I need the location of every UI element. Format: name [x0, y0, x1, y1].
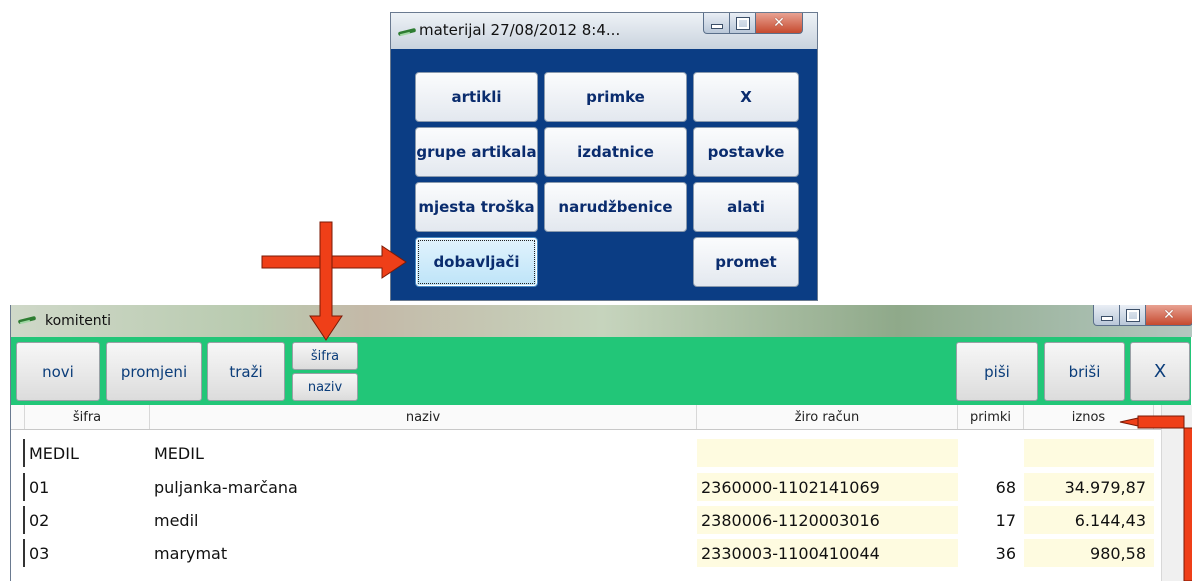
- cell-iznos: 6.144,43: [1024, 506, 1154, 534]
- brisi-button[interactable]: briši: [1044, 342, 1125, 401]
- close-form-button[interactable]: X: [1130, 342, 1190, 401]
- naziv-button[interactable]: naziv: [292, 373, 358, 401]
- minimize-button[interactable]: [703, 13, 730, 34]
- toolbar: novi promjeni traži šifra naziv piši bri…: [11, 337, 1191, 405]
- alati-button[interactable]: alati: [693, 182, 799, 232]
- komitenti-table: šifra naziv žiro račun primki iznos MEDI…: [11, 405, 1192, 581]
- materijal-window: materijal 27/08/2012 8:4... ✕ artikli pr…: [390, 12, 818, 301]
- izdatnice-button[interactable]: izdatnice: [544, 127, 687, 177]
- x-button[interactable]: X: [693, 72, 799, 122]
- vertical-scrollbar[interactable]: [1161, 405, 1192, 581]
- promjeni-button[interactable]: promjeni: [106, 342, 202, 401]
- sifra-button[interactable]: šifra: [292, 342, 358, 370]
- maximize-button[interactable]: [1120, 305, 1146, 326]
- komitenti-titlebar[interactable]: komitenti ✕: [11, 305, 1192, 337]
- cell-sifra: 03: [29, 543, 50, 563]
- grupe-artikala-button[interactable]: grupe artikala: [415, 127, 538, 177]
- row-selector-header: [11, 405, 25, 429]
- window-controls: ✕: [703, 13, 803, 35]
- window-title: materijal 27/08/2012 8:4...: [419, 21, 621, 39]
- cell-iznos: 980,58: [1024, 539, 1154, 567]
- cell-sifra: 01: [29, 477, 50, 497]
- novi-button[interactable]: novi: [16, 342, 100, 401]
- primke-button[interactable]: primke: [544, 72, 687, 122]
- app-icon: [18, 315, 38, 325]
- close-button[interactable]: ✕: [756, 13, 803, 34]
- maximize-icon: [735, 16, 750, 30]
- cell-naziv: medil: [154, 510, 199, 530]
- close-icon: ✕: [1163, 307, 1175, 323]
- column-header-ziro-racun[interactable]: žiro račun: [697, 405, 958, 429]
- minimize-icon: [710, 23, 723, 29]
- window-title: komitenti: [45, 313, 112, 329]
- column-header-primki[interactable]: primki: [958, 405, 1024, 429]
- column-header-naziv[interactable]: naziv: [150, 405, 697, 429]
- table-row[interactable]: MEDIL MEDIL: [11, 439, 1161, 467]
- promet-button[interactable]: promet: [693, 237, 799, 287]
- cell-iznos: [1024, 439, 1154, 467]
- table-row[interactable]: 02 medil 2380006-1120003016 17 6.144,43: [11, 506, 1161, 534]
- cell-naziv: MEDIL: [154, 443, 204, 463]
- cell-ziro-racun: 2380006-1120003016: [697, 506, 958, 534]
- window-controls: ✕: [1093, 305, 1192, 327]
- dobavljaci-button[interactable]: dobavljači: [415, 237, 538, 287]
- mjesta-troska-button[interactable]: mjesta troška: [415, 182, 538, 232]
- row-selector[interactable]: [11, 473, 25, 501]
- trazi-button[interactable]: traži: [207, 342, 285, 401]
- cell-ziro-racun: 2330003-1100410044: [697, 539, 958, 567]
- maximize-button[interactable]: [730, 13, 756, 34]
- cell-sifra: MEDIL: [29, 443, 79, 463]
- cell-primki: 36: [995, 543, 1016, 563]
- close-button[interactable]: ✕: [1146, 305, 1192, 326]
- cell-naziv: marymat: [154, 543, 228, 563]
- pisi-button[interactable]: piši: [956, 342, 1038, 401]
- materijal-titlebar[interactable]: materijal 27/08/2012 8:4... ✕: [391, 13, 817, 49]
- column-header-sifra[interactable]: šifra: [25, 405, 150, 429]
- row-selector[interactable]: [11, 506, 25, 534]
- postavke-button[interactable]: postavke: [693, 127, 799, 177]
- cell-sifra: 02: [29, 510, 50, 530]
- table-row[interactable]: 01 puljanka-marčana 2360000-1102141069 6…: [11, 473, 1161, 501]
- cell-naziv: puljanka-marčana: [154, 477, 298, 497]
- komitenti-window: komitenti ✕ novi promjeni traži šifra na…: [10, 305, 1192, 581]
- narudzbenice-button[interactable]: narudžbenice: [544, 182, 687, 232]
- cell-primki: [958, 439, 1024, 467]
- maximize-icon: [1125, 308, 1140, 322]
- cell-iznos: 34.979,87: [1024, 473, 1154, 501]
- row-selector[interactable]: [11, 539, 25, 567]
- row-selector[interactable]: [11, 439, 25, 467]
- table-header: šifra naziv žiro račun primki iznos: [11, 405, 1161, 430]
- table-row[interactable]: 03 marymat 2330003-1100410044 36 980,58: [11, 539, 1161, 567]
- app-icon: [398, 27, 418, 37]
- column-header-iznos[interactable]: iznos: [1024, 405, 1154, 429]
- arrow-to-dobavljaci: [261, 245, 407, 279]
- minimize-button[interactable]: [1093, 305, 1120, 326]
- cell-primki: 68: [995, 477, 1016, 497]
- close-icon: ✕: [773, 15, 785, 31]
- cell-ziro-racun: [697, 439, 958, 467]
- cell-primki: 17: [995, 510, 1016, 530]
- cell-ziro-racun: 2360000-1102141069: [697, 473, 958, 501]
- artikli-button[interactable]: artikli: [415, 72, 538, 122]
- minimize-icon: [1100, 315, 1113, 321]
